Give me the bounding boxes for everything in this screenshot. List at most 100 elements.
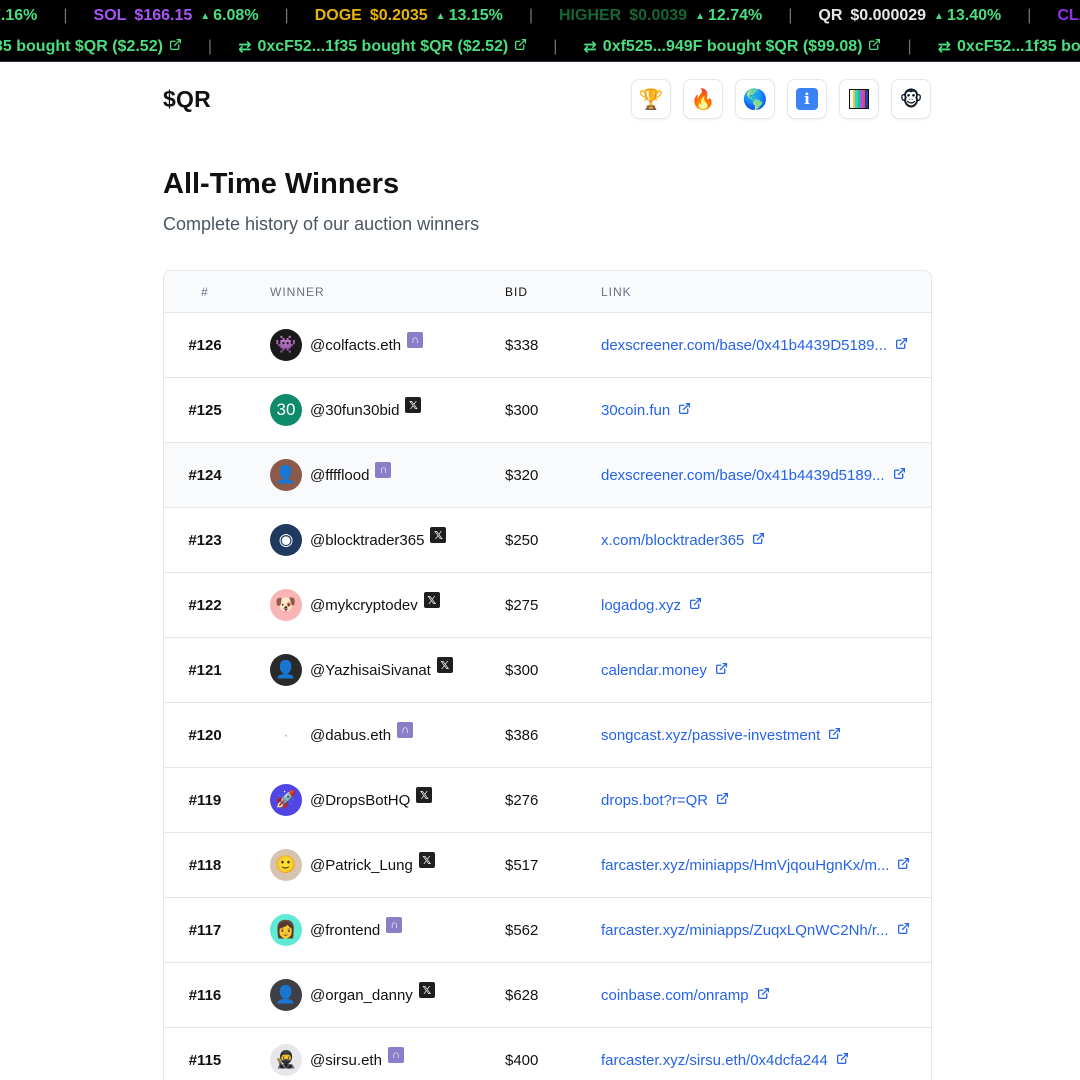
winner-link[interactable]: dexscreener.com/base/0x41b4439D5189... — [601, 337, 908, 354]
avatar[interactable]: 👩 — [270, 914, 302, 946]
ticker-change-value: 12.74% — [707, 7, 763, 24]
avatar[interactable]: 👾 — [270, 329, 302, 361]
table-row[interactable]: #121 👤 @YazhisaiSivanat 𝕏 $300 calendar.money — [164, 638, 931, 703]
trade-text: 0xf525...949F bought $QR ($99.08) — [602, 37, 863, 55]
trade-ticker-track: 35 bought $QR ($2.52) | ⇄ 0xcF52...1f35 bou… — [0, 32, 1080, 61]
ticker-separator: | — [1027, 7, 1032, 24]
avatar[interactable]: 👤 — [270, 654, 302, 686]
avatar[interactable]: 🥷 — [270, 1044, 302, 1076]
ticker-separator: | — [207, 37, 213, 55]
ticker-symbol: HIGHER — [559, 7, 622, 24]
avatar[interactable]: 👤 — [270, 979, 302, 1011]
winner-link[interactable]: x.com/blocktrader365 — [601, 532, 765, 549]
winner-cell: 👤 @fffflood ∩ — [270, 459, 505, 491]
winner-handle[interactable]: @sirsu.eth — [310, 1052, 382, 1069]
table-row[interactable]: #122 🐶 @mykcryptodev 𝕏 $275 logadog.xyz — [164, 573, 931, 638]
winner-handle[interactable]: @frontend — [310, 922, 380, 939]
ticker-separator: | — [907, 37, 912, 55]
link-cell: coinbase.com/onramp — [601, 987, 931, 1004]
ticker-item[interactable]: DOGE $0.2035 ▲ 13.15% — [315, 7, 503, 25]
winner-link[interactable]: dexscreener.com/base/0x41b4439d5189... — [601, 467, 906, 484]
table-row[interactable]: #125 30 @30fun30bid 𝕏 $300 30coin.fun — [164, 378, 931, 443]
external-link-icon — [895, 337, 908, 354]
table-row[interactable]: #123 ◉ @blocktrader365 𝕏 $250 x.com/blocktrad… — [164, 508, 931, 573]
avatar[interactable]: 🚀 — [270, 784, 302, 816]
trade-item[interactable]: ⇄ 0xcF52...1f35 bought $QR ($2.52) — [238, 37, 527, 57]
ticker-change: ▲ 12.74% — [695, 7, 762, 25]
x-icon: 𝕏 — [405, 397, 422, 413]
table-row[interactable]: #119 🚀 @DropsBotHQ 𝕏 $276 drops.bot?r=QR — [164, 768, 931, 833]
winner-handle[interactable]: @mykcryptodev — [310, 597, 418, 614]
bid-amount: $517 — [505, 856, 539, 874]
external-link-icon — [897, 922, 910, 939]
winner-link[interactable]: calendar.money — [601, 662, 728, 679]
winner-handle[interactable]: @Patrick_Lung — [310, 857, 413, 874]
winner-handle[interactable]: @YazhisaiSivanat — [310, 662, 431, 679]
trade-item[interactable]: ⇄ 0xcF52...1f35 bought $QR ($2.52) — [938, 37, 1080, 57]
color-bars-button[interactable] — [839, 79, 879, 119]
link-cell: dexscreener.com/base/0x41b4439D5189... — [601, 337, 931, 354]
table-row[interactable]: #124 👤 @fffflood ∩ $320 dexscreener.com/base/… — [164, 443, 931, 508]
table-row[interactable]: #117 👩 @frontend ∩ $562 farcaster.xyz/miniapp… — [164, 898, 931, 963]
trade-ticker: 35 bought $QR ($2.52) | ⇄ 0xcF52...1f35 bou… — [0, 32, 1080, 62]
trade-item[interactable]: 35 bought $QR ($2.52) — [0, 38, 182, 56]
ticker-change-value: 13.15% — [448, 7, 503, 24]
winner-link[interactable]: farcaster.xyz/miniapps/HmVjqouHgnKx/m... — [601, 857, 910, 874]
ticker-change: 7.16% — [0, 7, 37, 25]
ticker-item[interactable]: 7.16% — [0, 7, 37, 25]
winner-handle[interactable]: @blocktrader365 — [310, 532, 424, 549]
winner-link-text: farcaster.xyz/miniapps/HmVjqouHgnKx/m... — [601, 856, 890, 874]
table-row[interactable]: #126 👾 @colfacts.eth ∩ $338 dexscreener.com/b… — [164, 313, 931, 378]
avatar[interactable]: · — [270, 719, 302, 751]
up-arrow-icon: ▲ — [200, 10, 211, 22]
auction-number: #120 — [188, 726, 222, 744]
winner-link[interactable]: coinbase.com/onramp — [601, 987, 770, 1004]
fire-button[interactable]: 🔥 — [683, 79, 723, 119]
avatar[interactable]: 30 — [270, 394, 302, 426]
winner-handle[interactable]: @colfacts.eth — [310, 337, 401, 354]
winner-link-text: songcast.xyz/passive-investment — [601, 726, 821, 744]
winner-link[interactable]: 30coin.fun — [601, 402, 691, 419]
price-ticker: 7.16% | SOL$166.15▲6.08% | DOGE$0.2035▲13.15… — [0, 0, 1080, 32]
ticker-item[interactable]: HIGHER $0.0039 ▲ 12.74% — [559, 7, 762, 25]
table-row[interactable]: #118 🙂 @Patrick_Lung 𝕏 $517 farcaster.xyz/min… — [164, 833, 931, 898]
ticker-item[interactable]: SOL $166.15 ▲ 6.08% — [94, 7, 259, 25]
bid-amount: $300 — [505, 661, 539, 679]
trophy-button[interactable]: 🏆 — [631, 79, 671, 119]
trade-item[interactable]: ⇄ 0xf525...949F bought $QR ($99.08) — [583, 37, 881, 57]
winner-link[interactable]: farcaster.xyz/sirsu.eth/0x4dcfa244 — [601, 1052, 849, 1069]
ticker-item[interactable]: QR $0.000029 ▲ 13.40% — [818, 7, 1001, 25]
table-row[interactable]: #115 🥷 @sirsu.eth ∩ $400 farcaster.xyz/sirsu.… — [164, 1028, 931, 1080]
ticker-change-value: 7.16% — [0, 7, 38, 24]
winner-handle[interactable]: @30fun30bid — [310, 402, 399, 419]
avatar[interactable]: 🙂 — [270, 849, 302, 881]
ticker-separator: | — [284, 7, 289, 24]
external-link-icon — [169, 38, 182, 56]
winner-link[interactable]: farcaster.xyz/miniapps/ZuqxLQnWC2Nh/r... — [601, 922, 910, 939]
x-icon: 𝕏 — [423, 592, 440, 608]
trade-text: 0xcF52...1f35 bought $QR ($2.52) — [257, 37, 509, 55]
winner-handle[interactable]: @dabus.eth — [310, 727, 391, 744]
table-row[interactable]: #116 👤 @organ_danny 𝕏 $628 coinbase.com/onram… — [164, 963, 931, 1028]
ticker-item[interactable]: CLANK — [1057, 7, 1080, 25]
winner-link[interactable]: songcast.xyz/passive-investment — [601, 727, 841, 744]
avatar[interactable]: 👤 — [270, 459, 302, 491]
avatar[interactable]: 🐶 — [270, 589, 302, 621]
monkey-button[interactable]: 🐵 — [891, 79, 931, 119]
winner-handle[interactable]: @organ_danny — [310, 987, 413, 1004]
winner-link[interactable]: logadog.xyz — [601, 597, 702, 614]
ticker-symbol: SOL — [93, 7, 127, 24]
winner-link-text: farcaster.xyz/miniapps/ZuqxLQnWC2Nh/r... — [601, 921, 889, 939]
farcaster-icon: ∩ — [386, 917, 403, 933]
winner-link[interactable]: drops.bot?r=QR — [601, 792, 729, 809]
winner-link-text: dexscreener.com/base/0x41b4439D5189... — [601, 336, 888, 354]
winner-handle[interactable]: @DropsBotHQ — [310, 792, 410, 809]
info-button[interactable]: i — [787, 79, 827, 119]
auction-number: #115 — [188, 1051, 222, 1069]
avatar[interactable]: ◉ — [270, 524, 302, 556]
table-row[interactable]: #120 · @dabus.eth ∩ $386 songcast.xyz/passive… — [164, 703, 931, 768]
globe-button[interactable]: 🌎 — [735, 79, 775, 119]
site-logo[interactable]: $QR — [163, 86, 211, 113]
page-subtitle: Complete history of our auction winners — [163, 214, 480, 234]
winner-handle[interactable]: @fffflood — [310, 467, 369, 484]
